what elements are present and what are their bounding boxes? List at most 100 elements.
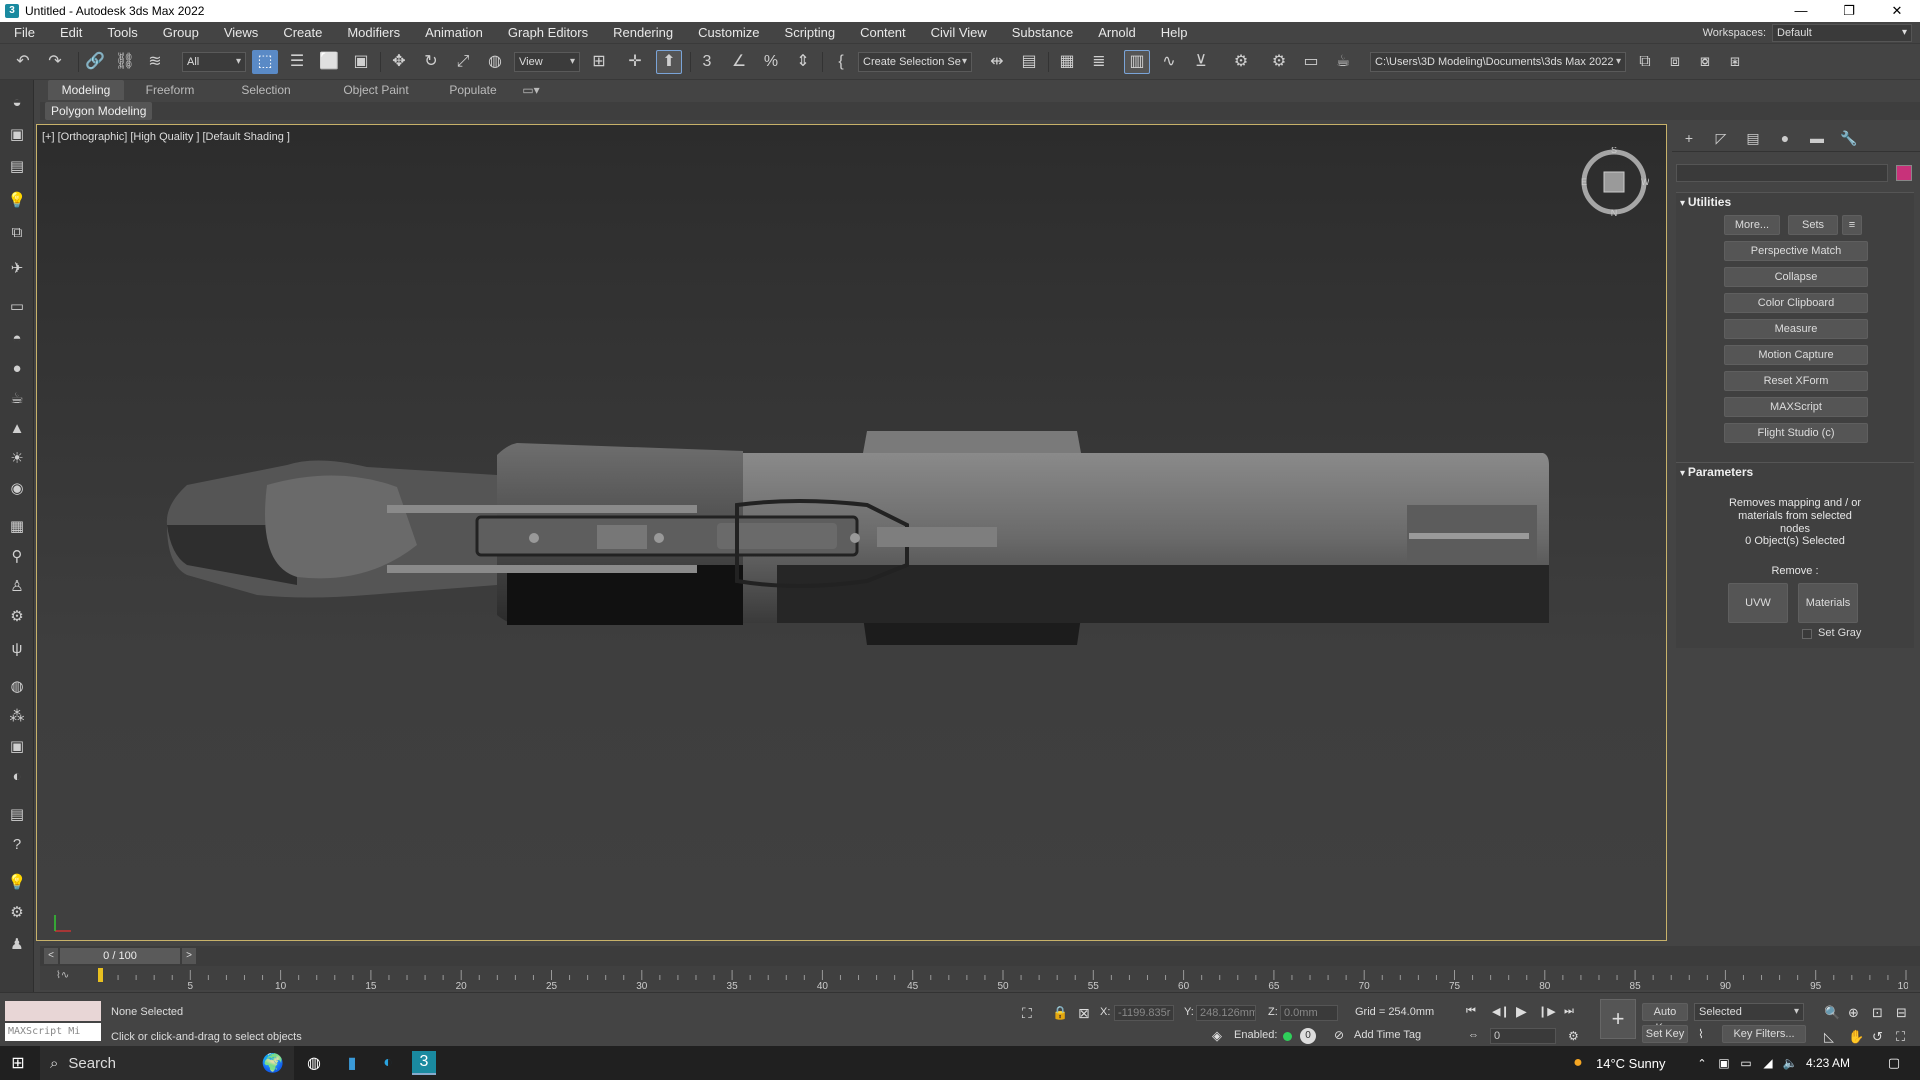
key-mode-toggle-icon[interactable]: ⇔: [1468, 1029, 1479, 1041]
name-field[interactable]: [1676, 164, 1888, 182]
biped-icon[interactable]: ♙: [5, 574, 29, 598]
menu-customize[interactable]: Customize: [684, 22, 770, 44]
workspaces-dropdown[interactable]: Default: [1772, 24, 1912, 42]
close-button[interactable]: ✕: [1874, 0, 1920, 22]
render-setup-icon[interactable]: ⚙: [1266, 50, 1292, 74]
prev-frame-icon[interactable]: <: [44, 948, 58, 964]
asset-tracking-icon[interactable]: ⧇: [1692, 50, 1718, 74]
scale-icon[interactable]: ⤢: [450, 50, 476, 74]
tab-selection[interactable]: Selection: [228, 80, 304, 100]
time-configuration-icon[interactable]: ⚙: [1568, 1029, 1579, 1043]
zoom-extents-all-icon[interactable]: ⊟: [1896, 1005, 1907, 1021]
polygon-modeling-button[interactable]: Polygon Modeling: [45, 102, 153, 120]
angle-snap-icon[interactable]: ∠: [726, 50, 752, 74]
current-frame-field[interactable]: 0: [1490, 1028, 1556, 1044]
project-folder-icon[interactable]: ⧉: [1632, 50, 1658, 74]
bind-spacewarp-icon[interactable]: ≋: [142, 50, 168, 74]
layer-explorer-icon[interactable]: ≣: [1086, 50, 1112, 74]
menu-content[interactable]: Content: [846, 22, 917, 44]
isolate-selection-icon[interactable]: ⛶: [1022, 1005, 1032, 1022]
go-to-start-icon[interactable]: ⏮: [1466, 1005, 1476, 1018]
set-gray-checkbox[interactable]: [1802, 629, 1812, 639]
light-icon[interactable]: 💡: [5, 188, 29, 212]
curve-editor-mini-icon[interactable]: ⌇∿: [56, 970, 74, 986]
configure-sets-icon[interactable]: ≡: [1842, 215, 1862, 235]
file-icon[interactable]: ▤: [5, 802, 29, 826]
redo-icon[interactable]: ↷: [42, 50, 68, 74]
grass-icon[interactable]: ψ: [5, 636, 29, 660]
x-coordinate-field[interactable]: -1199.835r: [1114, 1005, 1174, 1021]
snaps-toggle-icon[interactable]: 3: [694, 50, 720, 74]
placement-icon[interactable]: ◍: [482, 50, 508, 74]
undo-icon[interactable]: ↶: [10, 50, 36, 74]
dome-icon[interactable]: ◓: [5, 326, 29, 350]
battery-icon[interactable]: ▭: [1734, 1051, 1758, 1075]
volume-icon[interactable]: 🔈: [1778, 1051, 1802, 1075]
notifications-icon[interactable]: ▢: [1882, 1051, 1906, 1075]
y-coordinate-field[interactable]: 248.126mm: [1196, 1005, 1256, 1021]
reference-coordinate-dropdown[interactable]: View: [514, 52, 580, 72]
maximize-viewport-icon[interactable]: ⛶: [1896, 1029, 1905, 1045]
mirror-icon[interactable]: ⇹: [984, 50, 1010, 74]
menu-views[interactable]: Views: [210, 22, 269, 44]
play-icon[interactable]: ▶: [1516, 1003, 1527, 1020]
chrome-icon[interactable]: ◍: [302, 1051, 326, 1075]
sphere-icon[interactable]: ●: [5, 356, 29, 380]
edge-icon[interactable]: ◐: [376, 1051, 400, 1075]
maxscript-input[interactable]: MAXScript Mi: [5, 1023, 101, 1041]
menu-civil-view[interactable]: Civil View: [917, 22, 998, 44]
orbit-icon[interactable]: ↺: [1872, 1029, 1883, 1045]
modify-tab-icon[interactable]: ◸: [1710, 128, 1732, 148]
tray-chevron-icon[interactable]: ⌃: [1690, 1051, 1714, 1075]
measure-button[interactable]: Measure: [1724, 319, 1868, 339]
parameters-rollout-title[interactable]: Parameters: [1676, 463, 1914, 481]
tray-app-icon[interactable]: ▣: [1712, 1051, 1736, 1075]
material-editor-icon[interactable]: ⚙: [1228, 50, 1254, 74]
tab-freeform[interactable]: Freeform: [132, 80, 208, 100]
menu-scripting[interactable]: Scripting: [771, 22, 847, 44]
select-object-icon[interactable]: ⬚: [252, 50, 278, 74]
figure-icon[interactable]: ♟: [5, 932, 29, 956]
set-project-icon[interactable]: ⧆: [1722, 50, 1748, 74]
menu-help[interactable]: Help: [1147, 22, 1199, 44]
menu-animation[interactable]: Animation: [411, 22, 494, 44]
key-filters-button[interactable]: Key Filters...: [1722, 1025, 1806, 1043]
teapot-icon[interactable]: ☕: [5, 386, 29, 410]
curve-editor-icon[interactable]: ∿: [1156, 50, 1182, 74]
torus-icon[interactable]: ◉: [5, 476, 29, 500]
viewport-layout-icon[interactable]: ▣: [5, 122, 29, 146]
ribbon-options-icon[interactable]: ▭▾: [518, 80, 544, 100]
viewport-front[interactable]: [+] [Orthographic] [High Quality ] [Defa…: [36, 124, 1667, 941]
motion-tab-icon[interactable]: ●: [1774, 128, 1796, 148]
collapse-button[interactable]: Collapse: [1724, 267, 1868, 287]
adaptive-degradation-icon[interactable]: ◈: [1212, 1028, 1222, 1044]
percent-snap-icon[interactable]: %: [758, 50, 784, 74]
taskbar-clock[interactable]: 4:23 AM: [1806, 1056, 1850, 1070]
menu-rendering[interactable]: Rendering: [599, 22, 684, 44]
auto-key-button[interactable]: Auto Key: [1642, 1003, 1688, 1034]
flight-studio-button[interactable]: Flight Studio (c): [1724, 423, 1868, 443]
object-color-swatch[interactable]: [1896, 165, 1912, 181]
bulb-icon[interactable]: 💡: [5, 870, 29, 894]
menu-tools[interactable]: Tools: [93, 22, 148, 44]
gear-icon[interactable]: ⚙: [5, 604, 29, 628]
time-cursor[interactable]: [98, 968, 103, 982]
windows-start-icon[interactable]: ⊞: [6, 1051, 30, 1075]
3dsmax-taskbar-icon[interactable]: 3: [412, 1051, 436, 1075]
tab-object-paint[interactable]: Object Paint: [326, 80, 426, 100]
tab-populate[interactable]: Populate: [438, 80, 508, 100]
reset-xform-button[interactable]: Reset XForm: [1724, 371, 1868, 391]
minimize-button[interactable]: —: [1778, 0, 1824, 22]
next-frame-icon[interactable]: >: [182, 948, 196, 964]
render-window-icon[interactable]: ◐: [5, 764, 29, 788]
absolute-mode-icon[interactable]: ⊠: [1078, 1005, 1090, 1022]
material-slots-icon[interactable]: ⁂: [5, 704, 29, 728]
utilities-rollout-title[interactable]: Utilities: [1676, 193, 1914, 211]
menu-file[interactable]: File: [0, 22, 46, 44]
frame-counter[interactable]: 0 / 100: [60, 948, 180, 964]
time-tag-counter-icon[interactable]: 0: [1300, 1028, 1316, 1044]
menu-graph-editors[interactable]: Graph Editors: [494, 22, 599, 44]
grid-plane-icon[interactable]: ▦: [5, 514, 29, 538]
menu-edit[interactable]: Edit: [46, 22, 93, 44]
rectangular-selection-icon[interactable]: ⬜: [316, 50, 342, 74]
